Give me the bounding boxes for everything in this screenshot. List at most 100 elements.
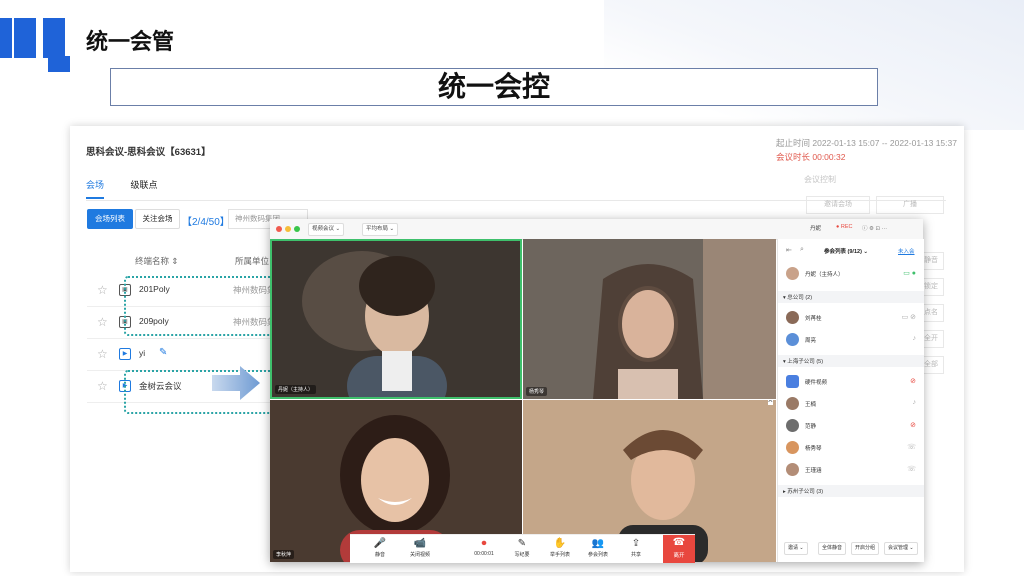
- phone-icon[interactable]: ☏: [907, 465, 916, 473]
- tab-sites[interactable]: 会场: [86, 178, 105, 199]
- arrow-right-icon: [212, 366, 260, 400]
- follow-button[interactable]: 关注会场: [135, 209, 180, 229]
- record-icon: ⏺: [481, 538, 487, 549]
- background-shape: [604, 0, 1024, 130]
- not-joined-link[interactable]: 未入会: [898, 247, 915, 255]
- rec-indicator: ● REC: [836, 224, 853, 230]
- share-icon: ⇪: [631, 538, 641, 549]
- star-icon[interactable]: ☆: [97, 379, 108, 393]
- participant-name: 刘苒桂: [805, 316, 822, 322]
- list-item[interactable]: 王瑾涵 ☏: [778, 459, 924, 481]
- phone-icon[interactable]: ☏: [907, 443, 916, 451]
- leave-button[interactable]: ☎ 离开: [663, 535, 695, 563]
- camera-icon: 📹: [413, 538, 427, 549]
- column-header-name[interactable]: 终端名称 ⇕: [135, 255, 178, 267]
- minimize-dot[interactable]: [285, 226, 291, 232]
- avatar: [786, 311, 799, 324]
- close-icon[interactable]: ×: [767, 400, 773, 405]
- list-item[interactable]: 王楠 ♪: [778, 393, 924, 415]
- participants-button[interactable]: 👥 参会列表: [580, 537, 616, 558]
- participant-name: 丹妮（主持人）: [805, 272, 844, 278]
- maximize-dot[interactable]: [294, 226, 300, 232]
- logo-block: [14, 18, 36, 58]
- broadcast-button[interactable]: 广播: [876, 196, 944, 214]
- mic-off-icon[interactable]: ▭ ⊘: [902, 313, 916, 321]
- video-window: 视频会议 ⌄ 平均布局 ⌄ 丹妮 ● REC ⓘ ⚙ ⊡ ⋯ 丹妮（主持人） 杨…: [270, 219, 924, 563]
- participant-name: 王楠: [805, 402, 817, 408]
- duration: 会议时长 00:00:32: [776, 152, 846, 162]
- camera-icon[interactable]: ▭ ●: [903, 269, 916, 277]
- tab-cascade[interactable]: 级联点: [131, 178, 158, 197]
- call-controls: 🎤 静音 📹 关闭视频 ⏺ 00:00:01 ✎ 写纪要 ✋ 举手列表 👥 参会列表 ⇪ 共享…: [350, 534, 695, 563]
- star-icon[interactable]: ☆: [97, 283, 108, 297]
- control-section-title: 会议控制: [804, 175, 836, 184]
- share-button[interactable]: ⇪ 共享: [618, 537, 654, 558]
- list-item[interactable]: 刘苒桂 ▭ ⊘: [778, 307, 924, 329]
- video-tile[interactable]: 丹妮（主持人）: [270, 239, 522, 399]
- list-item[interactable]: 丹妮（主持人） ▭ ●: [778, 263, 924, 285]
- notes-button[interactable]: ✎ 写纪要: [504, 537, 540, 558]
- mic-off-icon[interactable]: ⊘: [910, 421, 916, 429]
- participant-name-tag: 李秋萍: [273, 550, 295, 559]
- hangup-icon: ☎: [672, 537, 686, 548]
- people-icon: 👥: [591, 538, 605, 549]
- star-icon[interactable]: ☆: [97, 315, 108, 329]
- search-icon[interactable]: ⌕: [800, 246, 804, 254]
- microphone-icon: 🎤: [373, 538, 387, 549]
- record-button[interactable]: ⏺ 00:00:01: [466, 537, 502, 557]
- participant-name: 范静: [805, 424, 817, 430]
- list-item[interactable]: 范静 ⊘: [778, 415, 924, 437]
- avatar: [786, 419, 799, 432]
- participant-name-tag: 丹妮（主持人）: [275, 385, 317, 394]
- start-time: 起止时间 2022-01-13 15:07 -- 2022-01-13 15:3…: [776, 138, 957, 148]
- mic-off-icon[interactable]: ⊘: [910, 377, 916, 385]
- participant-video: [272, 241, 520, 397]
- toolbar-icons[interactable]: ⓘ ⚙ ⊡ ⋯: [862, 224, 887, 232]
- banner-title: 统一会控: [110, 68, 878, 106]
- avatar: [786, 333, 799, 346]
- highlight-box: [124, 276, 284, 336]
- mic-icon[interactable]: ♪: [913, 335, 917, 342]
- participant-header: ⇤ ⌕ 参会列表 (9/12) ⌄ 未入会: [778, 243, 924, 259]
- site-list-button[interactable]: 会场列表: [87, 209, 133, 229]
- play-icon: ▶: [119, 348, 131, 360]
- video-tile[interactable]: 杨秀琴: [523, 239, 776, 399]
- stop-video-button[interactable]: 📹 关闭视频: [402, 537, 438, 558]
- list-item[interactable]: 杨秀琴 ☏: [778, 437, 924, 459]
- pen-icon: ✎: [517, 538, 527, 549]
- participant-name: 周亮: [805, 338, 817, 344]
- host-indicator: 丹妮: [810, 226, 822, 232]
- mute-all-button[interactable]: 全体静音: [818, 542, 847, 555]
- group-header[interactable]: ▸ 苏州子公司 (3): [783, 487, 823, 495]
- group-header[interactable]: ▾ 上海子公司 (5): [783, 357, 823, 365]
- participant-panel: ⇤ ⌕ 参会列表 (9/12) ⌄ 未入会 丹妮（主持人） ▭ ● ▾ 总公司 …: [777, 239, 924, 562]
- invite-button[interactable]: 邀请 ⌄: [784, 542, 808, 555]
- avatar: [786, 267, 799, 280]
- avatar: [786, 463, 799, 476]
- group-header[interactable]: ▾ 总公司 (2): [783, 293, 812, 301]
- participant-list-title[interactable]: 参会列表 (9/12) ⌄: [824, 247, 868, 255]
- edit-icon[interactable]: ✎: [159, 347, 167, 358]
- list-item[interactable]: 周亮 ♪: [778, 329, 924, 351]
- invite-site-button[interactable]: 邀请会场: [806, 196, 870, 214]
- collapse-icon[interactable]: ⇤: [786, 246, 792, 254]
- avatar: [786, 441, 799, 454]
- meeting-manage-button[interactable]: 会议管理 ⌄: [884, 542, 918, 555]
- raise-hand-button[interactable]: ✋ 举手列表: [542, 537, 578, 558]
- avatar: [786, 375, 799, 388]
- tab-bar: 会场 级联点: [86, 178, 182, 199]
- participant-name: 杨秀琴: [805, 446, 822, 452]
- star-icon[interactable]: ☆: [97, 347, 108, 361]
- site-count: 【2/4/50】: [182, 217, 230, 228]
- logo-block: [0, 18, 12, 58]
- list-item[interactable]: 硬件视频 ⊘: [778, 371, 924, 393]
- enable-groups-button[interactable]: 开启分组: [851, 542, 880, 555]
- logo-block: [48, 56, 70, 72]
- conference-title: 思科会议-思科会议【63631】: [86, 147, 211, 158]
- mic-icon[interactable]: ♪: [913, 399, 917, 406]
- close-dot[interactable]: [276, 226, 282, 232]
- meeting-type-select[interactable]: 视频会议 ⌄: [308, 223, 345, 236]
- layout-select[interactable]: 平均布局 ⌄: [362, 223, 399, 236]
- participant-video: [523, 239, 776, 399]
- mute-mic-button[interactable]: 🎤 静音: [362, 537, 398, 558]
